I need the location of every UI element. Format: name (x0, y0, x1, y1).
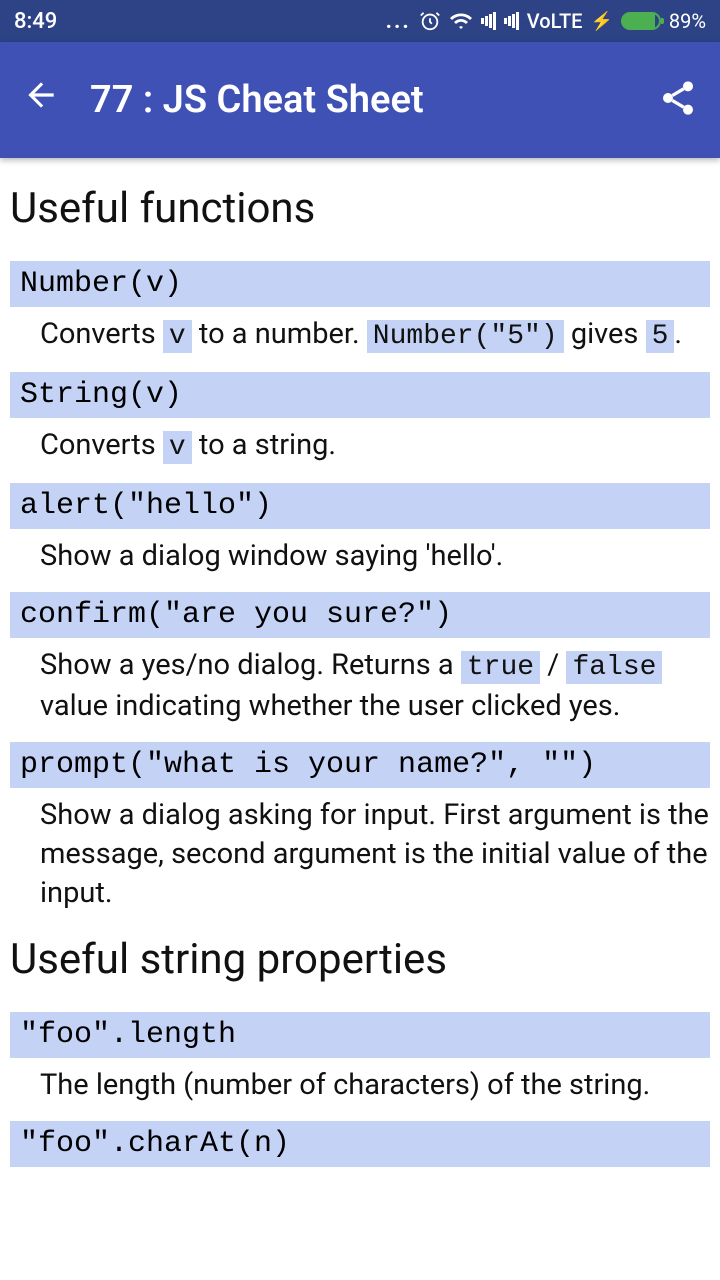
term-block: prompt("what is your name?", "")Show a d… (10, 742, 710, 921)
term-header: Number(v) (10, 261, 710, 307)
term-description: Converts v to a string. (10, 418, 710, 475)
term-header: "foo".length (10, 1012, 710, 1058)
code-inline: Number("5") (367, 320, 564, 353)
volte-label: VoLTE (527, 9, 583, 33)
term-header: confirm("are you sure?") (10, 592, 710, 638)
term-block: "foo".charAt(n) (10, 1121, 710, 1167)
term-description: Show a dialog asking for input. First ar… (10, 788, 710, 921)
wifi-icon (449, 9, 473, 33)
term-block: Number(v)Converts v to a number. Number(… (10, 261, 710, 364)
battery-icon (621, 12, 661, 30)
term-block: "foo".lengthThe length (number of charac… (10, 1012, 710, 1113)
back-button[interactable] (22, 76, 60, 124)
status-bar: 8:49 ... VoLTE ⚡ 89% (0, 0, 720, 42)
code-inline: 5 (646, 320, 675, 353)
content-area[interactable]: Useful functionsNumber(v)Converts v to a… (0, 158, 720, 1187)
status-icons: ... VoLTE ⚡ 89% (386, 9, 706, 34)
code-inline: v (163, 320, 192, 353)
signal-icon-1 (481, 12, 496, 30)
battery-percent: 89% (669, 9, 706, 33)
term-header: prompt("what is your name?", "") (10, 742, 710, 788)
app-bar: 77 : JS Cheat Sheet (0, 42, 720, 158)
more-dots-icon: ... (386, 9, 411, 34)
term-header: String(v) (10, 372, 710, 418)
status-time: 8:49 (14, 9, 57, 34)
code-inline: v (163, 431, 192, 464)
charging-icon: ⚡ (590, 11, 612, 32)
signal-icon-2 (504, 12, 519, 30)
term-block: String(v)Converts v to a string. (10, 372, 710, 475)
section-heading: Useful string properties (10, 935, 710, 984)
term-block: alert("hello")Show a dialog window sayin… (10, 483, 710, 584)
term-description: Show a dialog window saying 'hello'. (10, 529, 710, 584)
page-title: 77 : JS Cheat Sheet (90, 78, 658, 122)
term-description: The length (number of characters) of the… (10, 1058, 710, 1113)
section-heading: Useful functions (10, 184, 710, 233)
term-block: confirm("are you sure?")Show a yes/no di… (10, 592, 710, 734)
term-description: Show a yes/no dialog. Returns a true / f… (10, 638, 710, 734)
alarm-icon (419, 10, 441, 32)
term-header: "foo".charAt(n) (10, 1121, 710, 1167)
term-description: Converts v to a number. Number("5") give… (10, 307, 710, 364)
code-inline: true (461, 651, 540, 684)
term-header: alert("hello") (10, 483, 710, 529)
share-button[interactable] (658, 78, 698, 122)
code-inline: false (566, 651, 662, 684)
